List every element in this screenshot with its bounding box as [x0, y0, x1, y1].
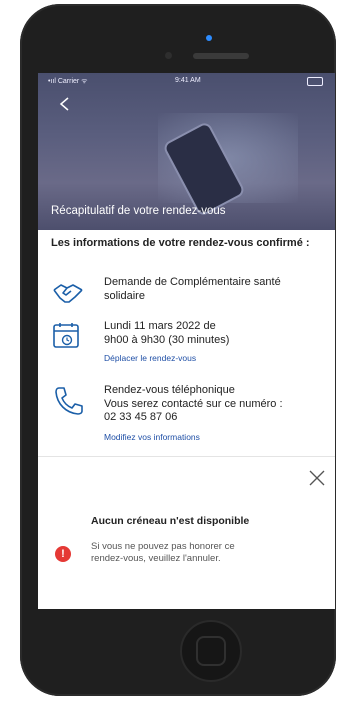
- page-title: Récapitulatif de votre rendez-vous: [51, 205, 226, 217]
- back-arrow-icon[interactable]: [58, 97, 72, 111]
- date-line-2: 9h00 à 9h30 (30 minutes): [104, 333, 230, 346]
- error-icon: !: [55, 546, 71, 562]
- status-bar: •ııl Carrier ᯤ 9:41 AM: [38, 73, 335, 89]
- clock: 9:41 AM: [175, 77, 201, 84]
- handshake-icon: [53, 284, 83, 303]
- request-line-2: solidaire: [104, 289, 145, 302]
- phone-text: Rendez-vous téléphonique Vous serez cont…: [104, 384, 283, 425]
- carrier-label: •ııl Carrier ᯤ: [48, 78, 88, 85]
- summary-intro: Les informations de votre rendez-vous co…: [51, 237, 310, 249]
- close-icon[interactable]: [308, 469, 326, 487]
- home-button[interactable]: [180, 620, 242, 682]
- phone-icon: [55, 387, 83, 415]
- edit-information-link[interactable]: Modifiez vos informations: [104, 432, 200, 442]
- hero-banner: •ııl Carrier ᯤ 9:41 AM Récapitulatif de …: [38, 73, 335, 230]
- phone-line-1: Rendez-vous téléphonique: [104, 384, 235, 396]
- alert-sheet: Aucun créneau n'est disponible ! Si vous…: [38, 457, 335, 609]
- request-line-1: Demande de Complémentaire santé: [104, 276, 281, 288]
- alert-message: Si vous ne pouvez pas honorer ce rendez-…: [91, 541, 326, 565]
- app-screen: •ııl Carrier ᯤ 9:41 AM Récapitulatif de …: [38, 73, 335, 609]
- front-camera: [165, 52, 172, 59]
- alert-message-line-1: Si vous ne pouvez pas honorer ce: [91, 541, 235, 552]
- alert-message-line-2: rendez-vous, veuillez l'annuler.: [91, 553, 221, 564]
- move-appointment-link[interactable]: Déplacer le rendez-vous: [104, 353, 196, 363]
- phone-line-2: Vous serez contacté sur ce numéro :: [104, 397, 283, 410]
- date-line-1: Lundi 11 mars 2022 de: [104, 320, 216, 332]
- calendar-clock-icon: [53, 323, 79, 348]
- date-text: Lundi 11 mars 2022 de 9h00 à 9h30 (30 mi…: [104, 320, 229, 347]
- phone-number: 02 33 45 87 06: [104, 411, 178, 423]
- alert-title: Aucun créneau n'est disponible: [91, 515, 250, 527]
- request-text: Demande de Complémentaire santé solidair…: [104, 276, 281, 303]
- front-sensor-dot: [206, 35, 212, 41]
- earpiece-speaker: [193, 53, 249, 59]
- battery-icon: [307, 77, 323, 86]
